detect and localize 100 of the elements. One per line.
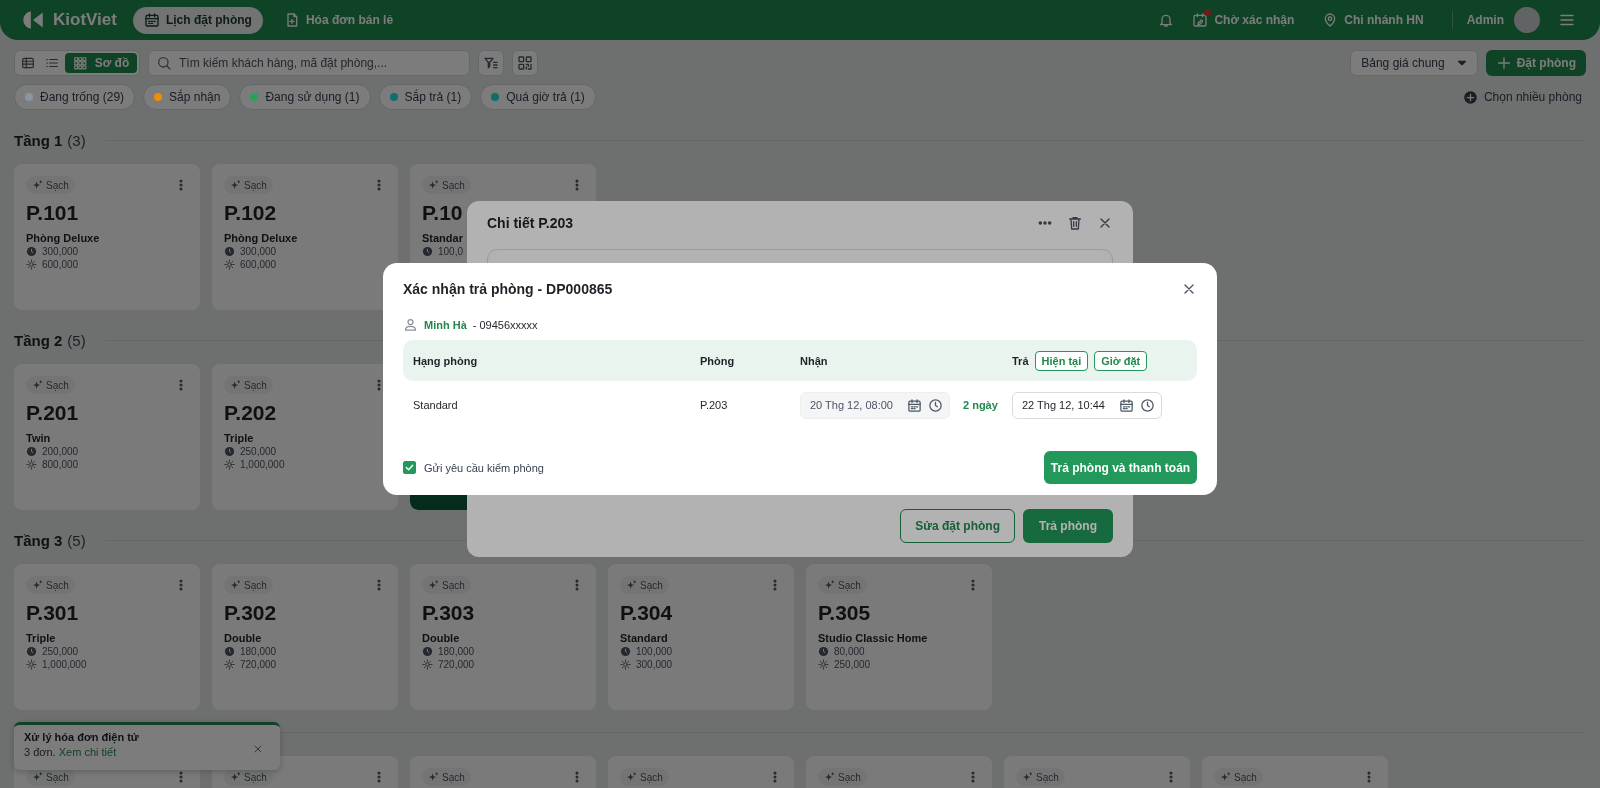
sparkle-icon — [428, 771, 439, 783]
checkbox-label: Gửi yêu cầu kiểm phòng — [424, 461, 544, 474]
sparkle-icon — [230, 579, 241, 591]
checkout-button[interactable]: Trả phòng — [1023, 509, 1113, 543]
room-card[interactable]: Sạch — [608, 756, 794, 788]
nav-tab[interactable]: Lịch đặt phòng — [132, 6, 263, 34]
logo-text: KiotViet — [53, 10, 117, 30]
room-card[interactable]: Sạch P.304 Standard 100,000 300,000 — [608, 564, 794, 710]
room-card[interactable]: Sạch P.101 Phòng Deluxe 300,000 600,000 — [14, 164, 200, 310]
sparkle-icon — [428, 579, 439, 591]
daily-price: 720,000 — [240, 659, 277, 671]
room-type: Double — [224, 632, 262, 645]
room-type: Triple — [224, 432, 254, 445]
book-room-button[interactable]: Đặt phòng — [1485, 50, 1586, 76]
room-card[interactable]: Sạch P.201 Twin 200,000 800,000 — [14, 364, 200, 510]
room-name: P.302 — [224, 601, 277, 625]
room-card[interactable]: Sạch — [806, 756, 992, 788]
plus-icon — [1462, 89, 1478, 105]
nav-tab[interactable]: Hóa đơn bán lẻ — [272, 6, 405, 34]
checkbox[interactable] — [403, 461, 416, 474]
sun-icon — [224, 659, 235, 671]
status-tag: Sạch — [422, 768, 471, 786]
room-card[interactable]: Sạch P.202 Triple 250,000 1,000,000 — [212, 364, 398, 510]
room-type: Phòng Deluxe — [26, 232, 100, 245]
sparkle-icon — [626, 579, 637, 591]
duration-text: 2 ngày — [963, 399, 998, 411]
branch-selector[interactable]: Chi nhánh HN — [1322, 12, 1424, 28]
floor-title: Tầng 1 — [14, 131, 63, 149]
clock-icon — [620, 646, 631, 658]
status-filter-chip[interactable]: Quá giờ trả (1) — [480, 84, 596, 110]
room-name: P.202 — [224, 401, 277, 425]
room-name: P.201 — [26, 401, 79, 425]
hourly-price: 250,000 — [240, 446, 277, 458]
room-card[interactable]: Sạch — [1004, 756, 1190, 788]
room-card[interactable]: Sạch P.102 Phòng Deluxe 300,000 600,000 — [212, 164, 398, 310]
column-header: Hạng phòng — [413, 354, 479, 367]
status-tag: Sạch — [26, 376, 75, 394]
sparkle-icon — [1022, 771, 1033, 783]
status-filter-chip[interactable]: Đang trống (29) — [14, 84, 136, 110]
sparkle-icon — [32, 579, 43, 591]
hourly-price: 100,0 — [438, 246, 464, 258]
status-tag: Sạch — [224, 176, 273, 194]
sparkle-icon — [824, 579, 835, 591]
view-grid-button[interactable]: Sơ đồ — [65, 53, 137, 73]
status-tag: Sạch — [224, 376, 273, 394]
sparkle-icon — [230, 179, 241, 191]
status-tag: Sạch — [818, 576, 867, 594]
guest-name[interactable]: Minh Hà — [424, 318, 467, 331]
clock-icon — [422, 246, 433, 258]
daily-price: 1,000,000 — [240, 459, 285, 471]
room-card[interactable]: Sạch P.301 Triple 250,000 1,000,000 — [14, 564, 200, 710]
hourly-price: 180,000 — [240, 646, 277, 658]
list-icon — [45, 56, 59, 70]
date-time-field[interactable]: 22 Thg 12, 10:44 — [1012, 391, 1162, 419]
pending-link[interactable]: Chờ xác nhận — [1192, 12, 1295, 28]
price-list-dropdown[interactable]: Bảng giá chung — [1350, 50, 1478, 76]
room-type: Double — [422, 632, 460, 645]
room-name: P.303 — [422, 601, 475, 625]
room-card[interactable]: Sạch — [410, 756, 596, 788]
details-link[interactable]: Xem chi tiết — [58, 746, 117, 758]
edit-booking-button[interactable]: Sửa đặt phòng — [900, 509, 1015, 543]
floor-title: Tầng 3 — [14, 531, 63, 549]
status-tag: Sạch — [620, 768, 669, 786]
plus-icon — [1495, 55, 1512, 71]
sun-icon — [620, 659, 631, 671]
checkout-and-pay-button[interactable]: Trả phòng và thanh toán — [1044, 451, 1197, 484]
sparkle-icon — [230, 771, 241, 783]
hourly-price: 180,000 — [438, 646, 475, 658]
sun-icon — [26, 259, 37, 271]
search-field[interactable]: Tìm kiếm khách hàng, mã đặt phòng,... — [148, 50, 470, 76]
room-card[interactable]: Sạch — [1202, 756, 1388, 788]
clock-icon — [224, 446, 235, 458]
toast-title: Xử lý hóa đơn điện tử — [24, 731, 140, 743]
daily-price: 250,000 — [834, 659, 871, 671]
multi-select-link[interactable]: Chọn nhiều phòng — [1462, 89, 1582, 105]
room-card[interactable]: Sạch P.303 Double 180,000 720,000 — [410, 564, 596, 710]
person-icon — [403, 317, 418, 332]
quick-time-button[interactable]: Giờ đặt — [1094, 350, 1148, 371]
clock-icon — [818, 646, 829, 658]
daily-price: 720,000 — [438, 659, 475, 671]
room-card[interactable]: Sạch P.302 Double 180,000 720,000 — [212, 564, 398, 710]
trash-icon[interactable] — [1067, 215, 1083, 231]
status-filter-chip[interactable]: Sắp nhận — [143, 84, 232, 110]
quick-time-button[interactable]: Hiện tại — [1034, 350, 1089, 371]
sparkle-icon — [824, 771, 835, 783]
room-card[interactable]: Sạch P.305 Studio Classic Home 80,000 250,000 — [806, 564, 992, 710]
qr-code-icon — [517, 55, 533, 71]
notification-icon[interactable] — [1158, 12, 1175, 28]
filter-icon — [483, 55, 499, 71]
clock-icon — [26, 246, 37, 258]
avatar[interactable] — [1514, 7, 1540, 33]
status-filter-chip[interactable]: Đang sử dụng (1) — [239, 84, 371, 110]
sun-icon — [224, 459, 235, 471]
floor-count: (3) — [67, 131, 86, 149]
check-icon — [404, 462, 415, 473]
calendar-icon — [907, 397, 922, 413]
qr-button[interactable] — [512, 50, 538, 76]
filter-button[interactable] — [478, 50, 504, 76]
status-filter-chip[interactable]: Sắp trả (1) — [378, 84, 473, 110]
room-name: P.102 — [224, 201, 277, 225]
